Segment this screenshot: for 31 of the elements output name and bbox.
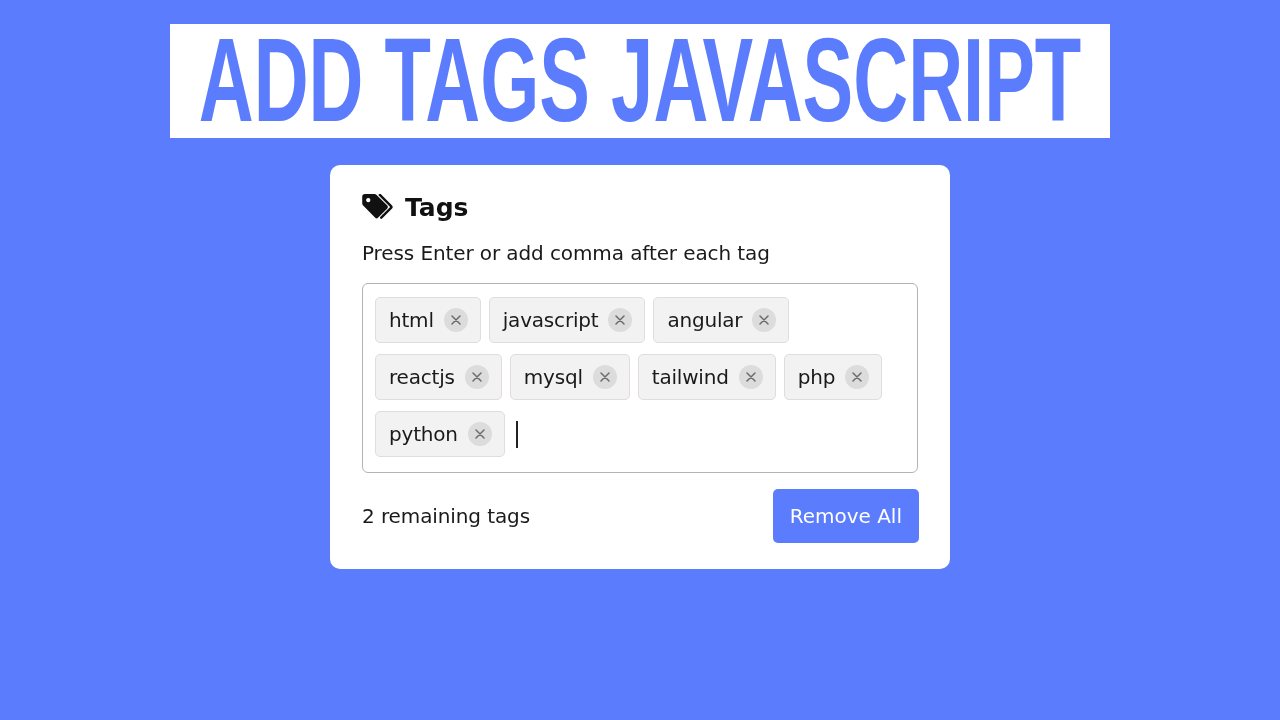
close-icon [852, 372, 863, 382]
remove-tag-button[interactable] [592, 365, 617, 389]
close-icon [615, 315, 626, 325]
remove-tag-button[interactable] [443, 308, 468, 332]
tag-label: javascript [502, 308, 599, 332]
remove-tag-button[interactable] [464, 365, 489, 389]
tags-input-field[interactable]: html javascript angular reactjs mysql tailwind php python [362, 283, 918, 473]
remove-tag-button[interactable] [738, 365, 763, 389]
close-icon [745, 372, 756, 382]
remove-tag-button[interactable] [467, 422, 492, 446]
tag-label: angular [667, 308, 743, 332]
banner-title: ADD TAGS JAVASCRIPT [198, 37, 1082, 125]
close-icon [474, 429, 485, 439]
tag-label: html [389, 308, 434, 332]
tag-label: python [389, 422, 458, 446]
close-icon [759, 315, 770, 325]
card-title: Tags [405, 192, 469, 222]
tag-label: tailwind [651, 365, 729, 389]
close-icon [450, 315, 461, 325]
close-icon [471, 372, 482, 382]
remove-all-button[interactable]: Remove All [772, 489, 919, 543]
remove-tag-button[interactable] [845, 365, 870, 389]
remove-tag-button[interactable] [752, 308, 777, 332]
tag-label: mysql [523, 365, 583, 389]
tag-label: php [797, 365, 836, 389]
remove-tag-button[interactable] [608, 308, 633, 332]
close-icon [599, 372, 610, 382]
tags-icon [362, 194, 394, 220]
remaining-count: 2 remaining tags [362, 504, 531, 528]
hint-text: Press Enter or add comma after each tag [362, 241, 771, 265]
tag-label: reactjs [389, 365, 455, 389]
